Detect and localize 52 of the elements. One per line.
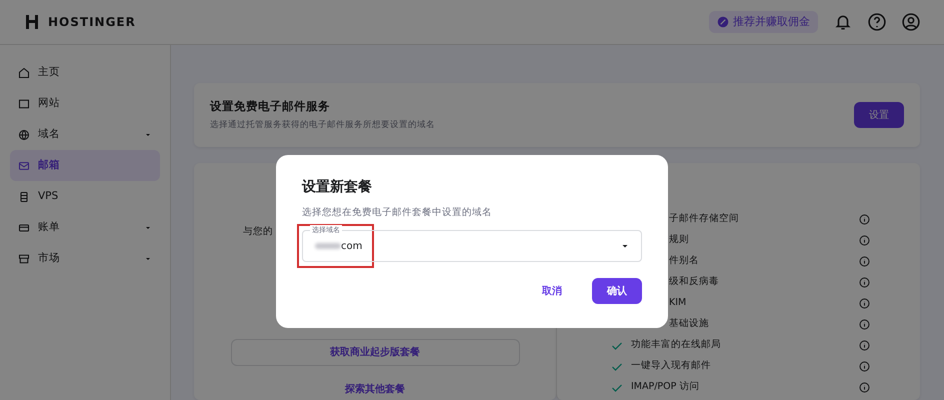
store-icon [18, 252, 30, 264]
feature-text: 规则 [669, 233, 689, 248]
user-icon[interactable] [902, 13, 920, 31]
sidebar-item[interactable]: 域名 [10, 119, 160, 150]
sidebar-item[interactable]: 邮箱 [10, 150, 160, 181]
dialog-subtitle: 选择您想在免费电子邮件套餐中设置的域名 [302, 206, 493, 220]
home-icon [18, 66, 30, 78]
dropdown-icon[interactable] [621, 242, 629, 250]
cancel-button[interactable]: 取消 [536, 282, 568, 300]
server-icon [18, 190, 30, 202]
feature-text: 基础设施 [669, 317, 709, 332]
logo-text: HOSTINGER [48, 14, 136, 31]
sidebar-item[interactable]: 网站 [10, 88, 160, 119]
bell-icon[interactable] [834, 13, 852, 31]
info-icon[interactable] [859, 235, 870, 246]
sidebar-item[interactable]: 市场 [10, 243, 160, 274]
plan-button[interactable]: 获取商业起步版套餐 [230, 339, 520, 366]
globe-icon [18, 128, 30, 140]
info-icon[interactable] [859, 256, 870, 267]
info-icon[interactable] [859, 214, 870, 225]
referral-button[interactable]: 推荐并赚取佣金 [709, 10, 818, 34]
feature-text: IMAP/POP 访问 [631, 380, 700, 394]
info-icon[interactable] [859, 361, 870, 372]
confirm-button[interactable]: 确认 [592, 278, 642, 304]
feature-text: 件别名 [669, 254, 699, 268]
card-icon [18, 222, 30, 234]
feature-text: 级和反病毒 [669, 275, 719, 290]
card-text: 与您的 [243, 225, 273, 239]
info-icon[interactable] [859, 340, 870, 351]
feature-text: 一键导入现有邮件 [631, 359, 711, 374]
info-icon[interactable] [859, 319, 870, 330]
sidebar-item[interactable]: VPS [10, 181, 160, 212]
help-icon[interactable] [868, 13, 886, 31]
field-value: com [341, 240, 362, 254]
feature-text: 子邮件存储空间 [669, 212, 739, 226]
dialog-title: 设置新套餐 [302, 178, 373, 197]
explore-link[interactable]: 探索其他套餐 [345, 382, 405, 398]
badge-icon [717, 16, 729, 28]
redacted-text [315, 243, 341, 250]
setup-button[interactable]: 设置 [854, 102, 904, 128]
info-icon[interactable] [859, 382, 870, 393]
feature-text: KIM [669, 296, 686, 310]
mail-icon [18, 160, 30, 172]
card-subtitle: 选择通过托管服务获得的电子邮件服务所想要设置的域名 [210, 119, 435, 132]
logo-icon[interactable] [24, 14, 40, 30]
card-title: 设置免费电子邮件服务 [210, 98, 331, 115]
sidebar-item[interactable]: 账单 [10, 212, 160, 243]
feature-text: 功能丰富的在线邮局 [631, 338, 721, 352]
window-icon [18, 98, 30, 110]
info-icon[interactable] [859, 298, 870, 309]
info-icon[interactable] [859, 277, 870, 288]
sidebar-item[interactable]: 主页 [10, 57, 160, 88]
